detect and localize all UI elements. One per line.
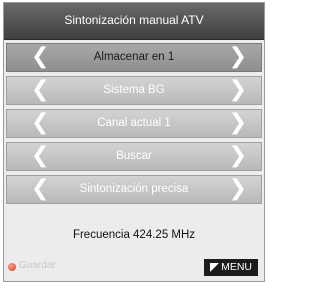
red-button-icon xyxy=(8,263,16,271)
chevron-right-icon[interactable]: ❯ xyxy=(229,143,247,169)
chevron-right-icon[interactable]: ❯ xyxy=(229,44,247,70)
row-system[interactable]: ❮ Sistema BG ❯ xyxy=(6,76,262,105)
row-fine-tuning[interactable]: ❮ Sintonización precisa ❯ xyxy=(6,175,262,204)
row-search-label: Buscar xyxy=(116,150,152,162)
menu-button[interactable]: MENU xyxy=(204,259,258,276)
chevron-right-icon[interactable]: ❯ xyxy=(229,176,247,202)
row-current-channel[interactable]: ❮ Canal actual 1 ❯ xyxy=(6,109,262,138)
chevron-right-icon[interactable]: ❯ xyxy=(229,77,247,103)
frequency-readout: Frecuencia 424.25 MHz xyxy=(72,229,196,241)
save-hint-label: Guardar xyxy=(19,260,56,271)
menu-arrow-icon xyxy=(210,263,219,272)
row-store-to-label: Almacenar en 1 xyxy=(93,51,175,63)
row-search[interactable]: ❮ Buscar ❯ xyxy=(6,142,262,171)
menu-button-label: MENU xyxy=(221,261,252,273)
panel-title: Sintonización manual ATV xyxy=(4,3,264,40)
row-system-label: Sistema BG xyxy=(103,84,165,96)
footer-bar: Guardar MENU xyxy=(4,255,264,281)
row-store-to[interactable]: ❮ Almacenar en 1 ❯ xyxy=(6,43,262,72)
row-current-channel-label: Canal actual 1 xyxy=(97,117,171,129)
row-fine-tuning-label: Sintonización precisa xyxy=(79,183,189,195)
chevron-right-icon[interactable]: ❯ xyxy=(229,110,247,136)
atv-manual-tuning-panel: Sintonización manual ATV ❮ Almacenar en … xyxy=(3,2,265,282)
